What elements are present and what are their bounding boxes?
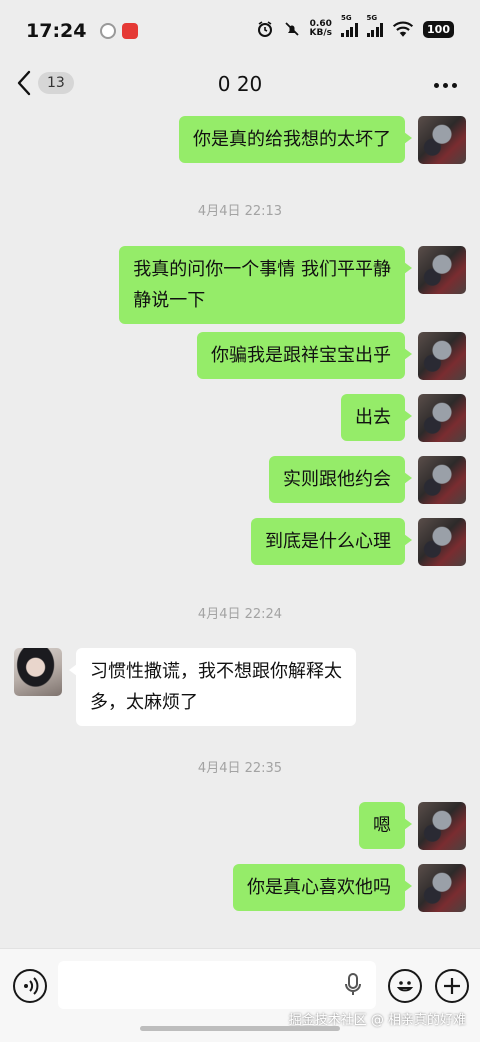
mute-icon — [284, 22, 299, 36]
emoji-button[interactable] — [388, 969, 422, 1003]
status-bar: 17:24 0.60 KB/s 5G 5G 100 — [0, 0, 480, 62]
status-time: 17:24 — [26, 20, 87, 42]
outgoing-message[interactable]: 你骗我是跟祥宝宝出乎 — [197, 332, 412, 379]
notification-red-app-icon — [122, 23, 139, 39]
outgoing-message[interactable]: 你是真心喜欢他吗 — [233, 864, 412, 911]
message-timestamp: 4月4日 22:24 — [197, 607, 283, 622]
more-dot-icon — [451, 82, 457, 88]
microphone-icon[interactable] — [344, 973, 362, 997]
more-dot-icon — [442, 82, 448, 88]
wifi-icon — [392, 21, 414, 37]
status-right-icons: 0.60 KB/s 5G 5G 100 — [256, 14, 454, 38]
smiley-icon — [396, 981, 414, 992]
my-avatar[interactable] — [418, 456, 466, 504]
alarm-icon — [257, 21, 272, 37]
incoming-message[interactable]: 习惯性撒谎，我不想跟你解释太 多，太麻烦了 — [69, 648, 356, 726]
outgoing-message[interactable]: 嗯 — [359, 802, 412, 849]
outgoing-message[interactable]: 实则跟他约会 — [269, 456, 412, 503]
signal-2-icon: 5G — [366, 14, 384, 37]
more-options-button[interactable] — [430, 70, 460, 100]
more-dot-icon — [433, 82, 439, 88]
more-functions-button[interactable] — [435, 969, 469, 1003]
signal-2-label: 5G — [366, 13, 378, 22]
outgoing-message[interactable]: 到底是什么心理 — [251, 518, 412, 565]
battery-level: 100 — [427, 22, 450, 36]
my-avatar[interactable] — [418, 518, 466, 566]
signal-1-icon: 5G — [341, 14, 358, 37]
outgoing-message[interactable]: 我真的问你一个事情 我们平平静 静说一下 — [119, 246, 412, 324]
signal-1-label: 5G — [341, 13, 352, 22]
notification-icons — [100, 23, 139, 39]
my-avatar[interactable] — [418, 116, 466, 164]
my-avatar[interactable] — [418, 802, 466, 850]
my-avatar[interactable] — [418, 246, 466, 294]
outgoing-message[interactable]: 你是真的给我想的太坏了 — [179, 116, 412, 163]
message-input[interactable] — [58, 961, 376, 1009]
voice-input-button[interactable] — [13, 969, 47, 1003]
message-timestamp: 4月4日 22:35 — [197, 761, 283, 776]
home-indicator[interactable] — [140, 1026, 340, 1031]
plus-icon — [444, 978, 460, 994]
my-avatar[interactable] — [418, 332, 466, 380]
my-avatar[interactable] — [418, 864, 466, 912]
voice-wave-icon — [24, 977, 39, 995]
chat-title: 0 20 — [217, 72, 263, 96]
notification-app-icon — [100, 23, 117, 39]
chat-header: 13 0 20 — [0, 62, 480, 108]
network-speed: 0.60 KB/s — [310, 20, 332, 38]
battery-icon: 100 — [423, 20, 454, 38]
message-timestamp: 4月4日 22:13 — [197, 204, 283, 219]
network-speed-unit: KB/s — [309, 28, 333, 38]
my-avatar[interactable] — [418, 394, 466, 442]
outgoing-message[interactable]: 出去 — [341, 394, 412, 441]
contact-avatar[interactable] — [14, 648, 62, 696]
